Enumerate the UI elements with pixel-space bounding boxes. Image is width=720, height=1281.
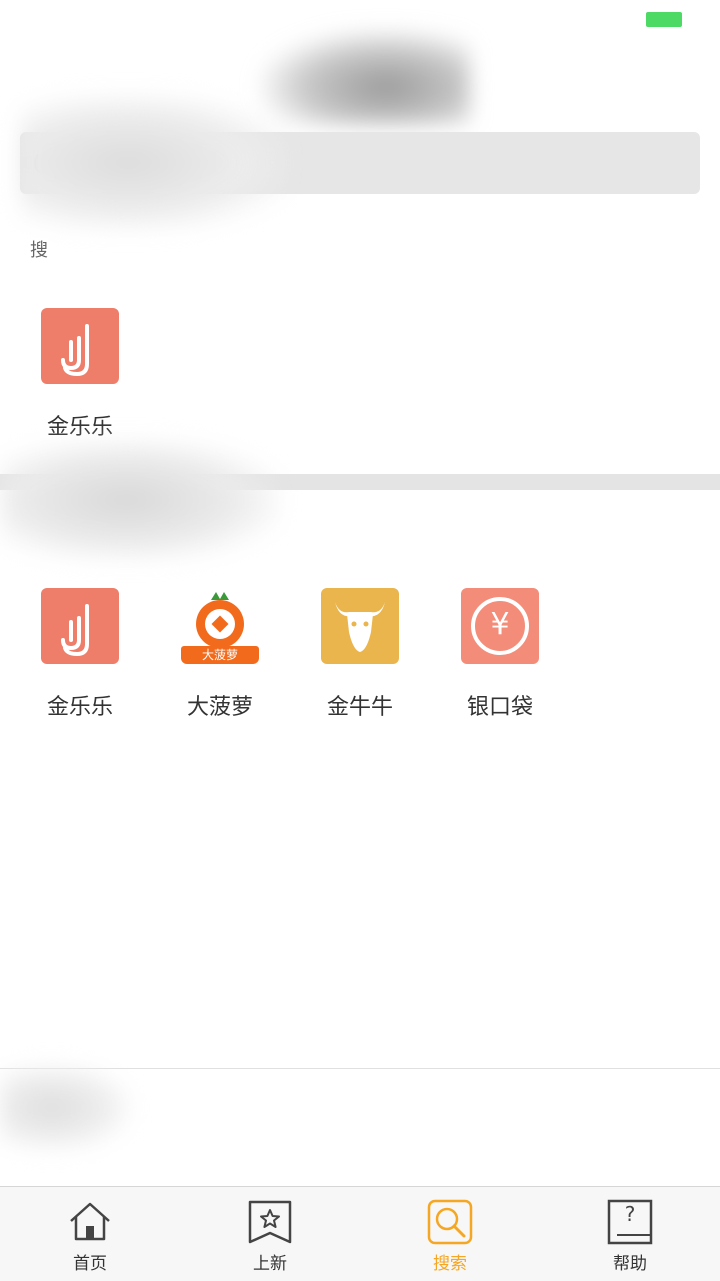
tab-new-label: 上新 [253,1254,287,1274]
redacted-title-scribble [260,30,470,125]
tab-search-label: 搜索 [433,1254,467,1274]
tab-search[interactable]: 搜索 [360,1187,540,1281]
battery-indicator [646,12,682,27]
history-section-label: 搜 [30,240,48,261]
recommend-app-yinkoudai[interactable]: ¥ 银口袋 [450,588,550,722]
tab-home-label: 首页 [73,1254,107,1274]
app-name: 金乐乐 [46,415,113,440]
tab-help[interactable]: ? 帮助 [540,1187,720,1281]
search-icon [427,1199,473,1245]
history-app-item[interactable]: 金乐乐 [30,308,130,442]
search-input[interactable] [20,132,700,194]
home-icon [70,1202,110,1241]
recommend-app-dabolu[interactable]: 大菠萝 大菠萝 [170,588,270,722]
bottom-tab-bar: 首页 上新 搜索 ? 帮助 [0,1186,720,1281]
app-name: 银口袋 [466,695,533,720]
jinniuniu-icon [321,588,399,664]
dabolu-icon: 大菠萝 [181,588,259,664]
redacted-section-scribble [0,440,280,560]
yinkoudai-icon: ¥ [461,588,539,664]
tab-new[interactable]: 上新 [180,1187,360,1281]
app-name: 金乐乐 [46,695,113,720]
app-name: 大菠萝 [186,695,253,720]
help-question-mark: ? [624,1202,636,1226]
dabolu-icon-text: 大菠萝 [201,648,238,662]
recommend-app-jinniuniu[interactable]: 金牛牛 [310,588,410,722]
jinlele-icon [41,308,119,384]
bottom-divider [0,1068,720,1069]
recommend-app-jinlele[interactable]: 金乐乐 [30,588,130,722]
jinlele-icon [41,588,119,664]
yuan-symbol: ¥ [490,607,510,642]
redacted-footer-scribble [0,1065,130,1150]
loading-spinner-icon [34,150,60,176]
app-name: 金牛牛 [326,695,393,720]
star-bookmark-icon [248,1200,292,1244]
tab-help-label: 帮助 [613,1254,647,1274]
tab-home[interactable]: 首页 [0,1187,180,1281]
section-divider [0,474,720,490]
